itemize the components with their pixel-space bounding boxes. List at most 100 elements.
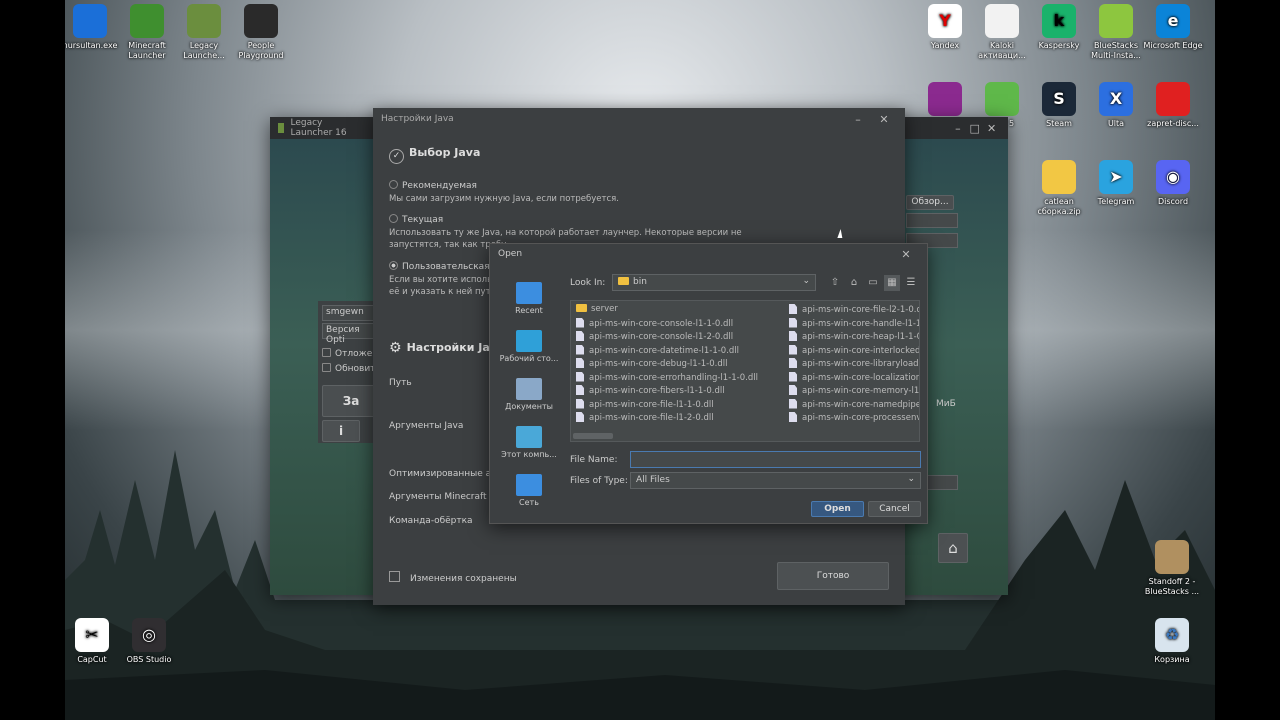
desktop-obs-shortcut[interactable]: ◎ OBS Studio [117, 618, 181, 665]
desktop-bluestacks-multi-shortcut[interactable]: BlueStacks Multi-Insta... [1084, 4, 1148, 61]
file-list-item[interactable]: api-ms-win-core-file-l2-1-0.dll [789, 304, 919, 315]
desktop-yandex-shortcut[interactable]: Y Yandex [913, 4, 977, 51]
desktop-people-playground-shortcut[interactable]: People Playground [229, 4, 293, 61]
home-folder-icon[interactable]: ⌂ [846, 275, 862, 291]
open-file-dialog[interactable]: Open ✕ Look In: bin ⌄ ⇧ ⌂ ▭ ▦ ☰ Recent Ра… [489, 243, 928, 524]
look-in-select[interactable]: bin ⌄ [612, 274, 816, 291]
file-icon [789, 385, 797, 395]
file-name-input[interactable] [630, 451, 921, 468]
radio-custom[interactable]: Пользовательская [389, 261, 490, 272]
file-list-item[interactable]: api-ms-win-core-interlocked-l1-1-0.dll [789, 344, 919, 356]
java-settings-titlebar[interactable]: Настройки Java – ✕ [373, 108, 905, 130]
desktop-kaspersky-shortcut[interactable]: k Kaspersky [1027, 4, 1091, 51]
desktop-winrar-shortcut[interactable] [913, 82, 977, 119]
file-list-item[interactable]: api-ms-win-core-handle-l1-1-0.dll [789, 317, 919, 329]
desktop-icon-label: Standoff 2 - BlueStacks ... [1144, 577, 1200, 596]
file-list-item[interactable]: api-ms-win-core-debug-l1-1-0.dll [576, 358, 781, 369]
version-select[interactable]: Версия Opti [322, 323, 380, 345]
java-close-button[interactable]: ✕ [871, 113, 897, 126]
file-list-item[interactable]: api-ms-win-core-processenvironment-l1-1-… [789, 412, 919, 423]
radio-recommended[interactable]: Рекомендуемая [389, 180, 477, 191]
desktop-zip-folder-shortcut[interactable]: catlean сборка.zip [1027, 160, 1091, 217]
done-button[interactable]: Готово [777, 562, 889, 590]
browse-button[interactable]: Обзор... [906, 195, 954, 210]
file-list-item[interactable]: api-ms-win-core-datetime-l1-1-0.dll [576, 344, 781, 356]
file-icon [789, 331, 797, 341]
letterbox-right [1215, 0, 1280, 720]
desktop-legacy-launcher-shortcut[interactable]: Legacy Launche... [172, 4, 236, 61]
file-list-item[interactable]: server [576, 304, 781, 314]
file-list-item[interactable]: api-ms-win-core-console-l1-1-0.dll [576, 317, 781, 329]
cancel-button[interactable]: Cancel [868, 501, 921, 517]
java-minimize-button[interactable]: – [845, 113, 871, 126]
update-checkbox[interactable]: Обновит [322, 363, 375, 374]
desktop-telegram-shortcut[interactable]: ➤ Telegram [1084, 160, 1148, 207]
file-list-item[interactable]: api-ms-win-core-errorhandling-l1-1-0.dll [576, 371, 781, 383]
delayed-checkbox[interactable]: Отложен [322, 348, 378, 359]
desktop-standoff-shortcut[interactable]: Standoff 2 - BlueStacks ... [1140, 540, 1204, 597]
java-settings-title: Настройки Java [381, 114, 454, 124]
open-dialog-close-button[interactable]: ✕ [893, 248, 919, 261]
folder-icon [1156, 82, 1190, 116]
desktop-icon-label: Kaloki активаци... [978, 41, 1026, 60]
documents-icon [516, 378, 542, 400]
minimize-button[interactable]: – [949, 122, 966, 135]
open-dialog-title: Open [498, 249, 523, 259]
standoff-icon [1155, 540, 1189, 574]
chevron-down-icon: ⌄ [907, 474, 915, 484]
legacy-dropdown[interactable] [906, 213, 958, 228]
open-button[interactable]: Open [811, 501, 864, 517]
desktop-capcut-shortcut[interactable]: ✂ CapCut [65, 618, 124, 665]
file-list-item[interactable]: api-ms-win-core-heap-l1-1-0.dll [789, 331, 919, 342]
place-computer[interactable]: Этот компь... [490, 426, 568, 459]
place-network[interactable]: Сеть [490, 474, 568, 507]
play-button[interactable]: За [322, 385, 380, 417]
desktop-folder-shortcut[interactable]: zapret-disc... [1141, 82, 1205, 129]
desktop-edge-shortcut[interactable]: e Microsoft Edge [1141, 4, 1205, 51]
desktop-icon-label: Steam [1046, 119, 1072, 128]
home-button[interactable]: ⌂ [938, 533, 968, 563]
file-list-item[interactable]: api-ms-win-core-libraryloader-l1-1-0.dll [789, 358, 919, 369]
file-list-item[interactable]: api-ms-win-core-console-l1-2-0.dll [576, 331, 781, 342]
details-view-icon[interactable]: ☰ [903, 275, 919, 291]
steam-icon: S [1042, 82, 1076, 116]
open-dialog-titlebar[interactable]: Open ✕ [490, 244, 927, 264]
place-recent[interactable]: Recent [490, 282, 568, 315]
minecraft-icon [130, 4, 164, 38]
people-playground-icon [244, 4, 278, 38]
new-folder-icon[interactable]: ▭ [865, 275, 881, 291]
java-selection-heading: ✓ Выбор Java [389, 146, 480, 164]
radio-current[interactable]: Текущая [389, 214, 443, 225]
desktop-discord-shortcut[interactable]: ◉ Discord [1141, 160, 1205, 207]
file-list-item[interactable]: api-ms-win-core-fibers-l1-1-0.dll [576, 385, 781, 396]
place-documents[interactable]: Документы [490, 378, 568, 411]
username-field[interactable]: smgewn [322, 305, 380, 321]
save-disk-icon [389, 571, 400, 582]
close-button[interactable]: ✕ [983, 122, 1000, 135]
list-view-icon[interactable]: ▦ [884, 275, 900, 291]
bluestacks-icon [985, 82, 1019, 116]
file-list-item[interactable]: api-ms-win-core-memory-l1-1-0.dll [789, 385, 919, 396]
custom-desc-1: Если вы хотите использ [389, 275, 497, 285]
gear-icon: ⚙ [389, 340, 402, 356]
desktop-minecraft-shortcut[interactable]: Minecraft Launcher [115, 4, 179, 61]
desktop-icon-label: Minecraft Launcher [128, 41, 166, 60]
files-of-type-select[interactable]: All Files ⌄ [630, 472, 921, 489]
file-list-item[interactable]: api-ms-win-core-file-l1-1-0.dll [576, 398, 781, 410]
chevron-down-icon: ⌄ [802, 276, 810, 286]
place-desktop[interactable]: Рабочий сто... [490, 330, 568, 363]
up-folder-icon[interactable]: ⇧ [827, 275, 843, 291]
desktop-recycle-bin-shortcut[interactable]: ♻ Корзина [1140, 618, 1204, 665]
info-button[interactable]: i [322, 420, 360, 442]
file-list-item[interactable]: api-ms-win-core-namedpipe-l1-1-0.dll [789, 398, 919, 410]
desktop-nursultan-shortcut[interactable]: nursultan.exe [65, 4, 122, 51]
file-list-item[interactable]: api-ms-win-core-localization-l1-2-0.dll [789, 371, 919, 383]
desktop-ulta-shortcut[interactable]: X Ulta [1084, 82, 1148, 129]
file-list[interactable]: server api-ms-win-core-console-l1-1-0.dll… [570, 300, 920, 442]
desktop-steam-shortcut[interactable]: S Steam [1027, 82, 1091, 129]
file-list-item[interactable]: api-ms-win-core-file-l1-2-0.dll [576, 412, 781, 423]
desktop-document-shortcut[interactable]: Kaloki активаци... [970, 4, 1034, 61]
maximize-button[interactable]: □ [966, 122, 983, 135]
horizontal-scrollbar[interactable] [573, 433, 613, 439]
check-circle-icon: ✓ [389, 149, 404, 164]
